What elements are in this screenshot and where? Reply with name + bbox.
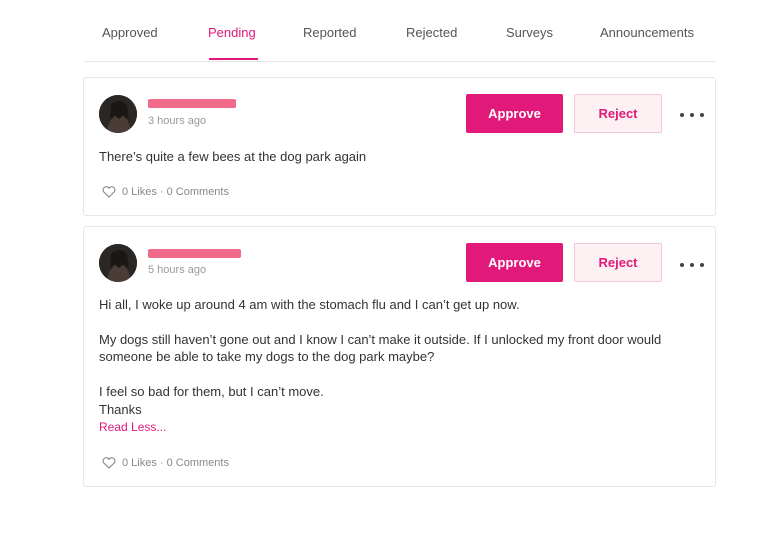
post-timestamp: 5 hours ago [148, 264, 207, 276]
more-options-icon[interactable] [680, 108, 704, 122]
pending-post-card: 3 hours ago Approve Reject There’s quite… [83, 77, 716, 216]
approve-button[interactable]: Approve [466, 94, 563, 133]
approve-button[interactable]: Approve [466, 243, 563, 282]
tab-reported[interactable]: Reported [303, 25, 356, 40]
likes-comments-count: 0 Likes · 0 Comments [122, 457, 229, 469]
moderation-tabs: Approved Pending Reported Rejected Surve… [84, 0, 716, 62]
user-photo-icon [99, 244, 137, 282]
reject-button[interactable]: Reject [574, 243, 662, 282]
post-body-paragraph: Thanks [99, 402, 142, 417]
tab-approved[interactable]: Approved [102, 25, 158, 40]
post-body-paragraph: I feel so bad for them, but I can’t move… [99, 384, 324, 399]
tab-surveys[interactable]: Surveys [506, 25, 553, 40]
post-stats: 0 Likes · 0 Comments [102, 457, 229, 469]
redacted-author-name [148, 249, 241, 258]
tab-pending[interactable]: Pending [208, 25, 256, 40]
active-tab-indicator [209, 58, 258, 60]
read-less-link[interactable]: Read Less... [99, 420, 166, 434]
heart-icon[interactable] [102, 186, 116, 198]
post-body-paragraph: Hi all, I woke up around 4 am with the s… [99, 297, 520, 312]
pending-post-card: 5 hours ago Approve Reject Hi all, I wok… [83, 226, 716, 487]
post-body-paragraph: My dogs still haven’t gone out and I kno… [99, 332, 662, 364]
post-timestamp: 3 hours ago [148, 115, 207, 127]
post-stats: 0 Likes · 0 Comments [102, 186, 229, 198]
tab-rejected[interactable]: Rejected [406, 25, 457, 40]
likes-comments-count: 0 Likes · 0 Comments [122, 186, 229, 198]
avatar[interactable] [99, 244, 137, 282]
avatar[interactable] [99, 95, 137, 133]
redacted-author-name [148, 99, 236, 108]
post-body: There’s quite a few bees at the dog park… [99, 149, 367, 164]
tab-announcements[interactable]: Announcements [600, 25, 694, 40]
more-options-icon[interactable] [680, 258, 704, 272]
user-photo-icon [99, 95, 137, 133]
heart-icon[interactable] [102, 457, 116, 469]
reject-button[interactable]: Reject [574, 94, 662, 133]
